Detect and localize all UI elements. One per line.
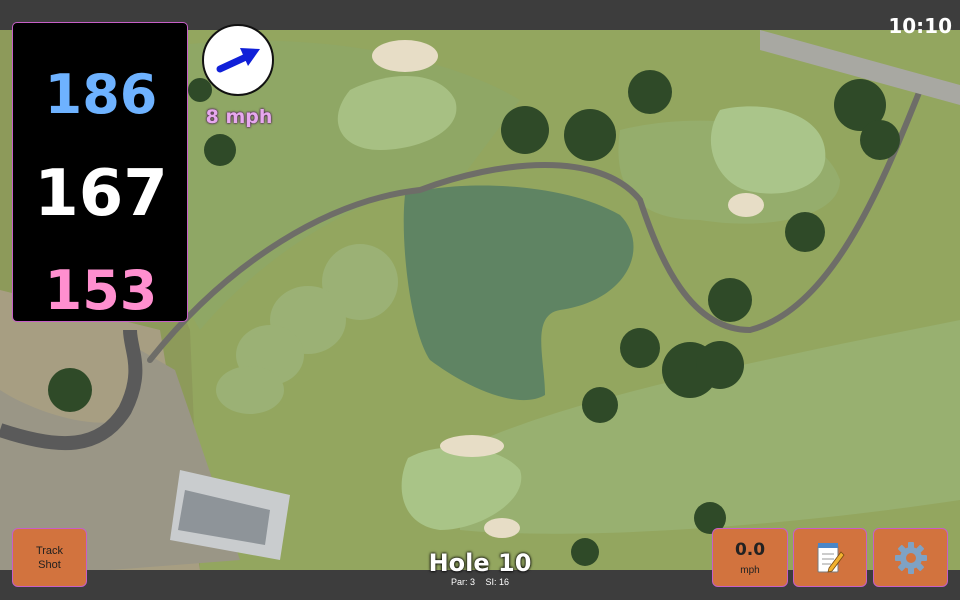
tree (696, 341, 744, 389)
bunker-bottom (484, 518, 520, 538)
tree (48, 368, 92, 412)
shot-speed-unit: mph (740, 564, 760, 576)
tree (564, 109, 616, 161)
hole-title: Hole 10 (428, 549, 532, 577)
tree (582, 387, 618, 423)
gear-icon (894, 541, 927, 574)
notepad-binding (818, 542, 838, 548)
tree (501, 106, 549, 154)
tree (860, 120, 900, 160)
tree (708, 278, 752, 322)
notepad-icon (817, 542, 845, 573)
tee-box-4 (216, 366, 284, 414)
bunker-top (372, 40, 438, 72)
shot-speed-value: 0.0 (734, 539, 766, 560)
hole-info: Par: 3 SI: 16 (380, 577, 580, 587)
gear-hole (905, 552, 916, 563)
wind-arrow-icon (216, 48, 260, 73)
tree (204, 134, 236, 166)
wind-speed: 8 mph (205, 106, 273, 128)
settings-button[interactable] (873, 528, 948, 587)
track-shot-label-1: Track (35, 544, 64, 557)
wind-indicator[interactable] (202, 24, 274, 96)
shot-speed-button[interactable]: 0.0 mph (712, 528, 788, 587)
tree (785, 212, 825, 252)
tree (628, 70, 672, 114)
distance-panel[interactable]: 186 167 153 (12, 22, 188, 322)
hole-par: Par: 3 (450, 577, 475, 587)
track-shot-label-2: Shot (38, 558, 61, 571)
arrow-shaft (216, 53, 250, 73)
bunker-right (728, 193, 764, 217)
bunker-lower (440, 435, 504, 457)
track-shot-button[interactable]: Track Shot (12, 528, 87, 587)
hole-stroke-index: SI: 16 (485, 577, 510, 587)
middle-distance: 167 (34, 157, 168, 231)
back-distance: 186 (44, 63, 158, 126)
front-distance: 153 (44, 259, 158, 322)
tree (620, 328, 660, 368)
clock-time: 10:10 (888, 14, 952, 38)
notes-button[interactable] (793, 528, 867, 587)
